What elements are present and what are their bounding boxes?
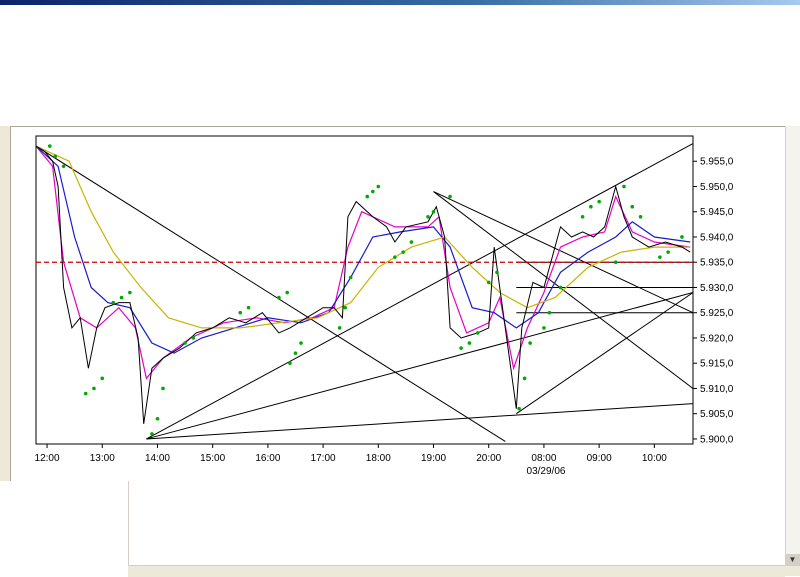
sar-point-31 — [431, 209, 436, 214]
y-tick-label-4: 5.920,0 — [700, 333, 734, 344]
sar-point-52 — [666, 250, 670, 254]
sar-point-46 — [597, 199, 601, 204]
sar-point-16 — [277, 295, 281, 300]
sar-point-14 — [238, 310, 243, 315]
y-tick-label-7: 5.935,0 — [700, 258, 734, 269]
y-tick-label-5: 5.925,0 — [700, 308, 734, 319]
sar-point-39 — [522, 376, 527, 381]
x-tick-label-8: 20:00 — [476, 453, 501, 464]
y-tick-label-6: 5.930,0 — [700, 283, 734, 294]
sar-point-40 — [528, 341, 532, 345]
sar-point-24 — [365, 194, 370, 199]
y-tick-label-9: 5.945,0 — [700, 207, 734, 218]
sar-point-25 — [370, 189, 375, 194]
sar-point-49 — [630, 204, 635, 209]
x-axis: 12:00 13:00 14:00 15:00 16:00 17:00 18:00 19:00… — [35, 444, 667, 464]
date-label: 03/29/06 — [527, 466, 566, 477]
sar-point-11 — [161, 386, 165, 391]
sar-point-23 — [348, 275, 353, 280]
sar-point-4 — [92, 386, 96, 391]
x-tick-label-10: 09:00 — [587, 453, 612, 464]
y-tick-label-10: 5.950,0 — [700, 182, 734, 193]
sar-point-0 — [48, 144, 52, 148]
y-axis: 5.900,0 5.905,0 5.910,0 5.915,0 5.920,0 5.925… — [693, 157, 734, 445]
sar-point-34 — [467, 341, 472, 345]
sar-point-36 — [486, 280, 491, 285]
sar-point-38 — [517, 406, 521, 411]
sar-point-48 — [622, 184, 626, 189]
x-tick-label-4: 16:00 — [255, 453, 280, 464]
sar-point-35 — [475, 331, 480, 335]
x-tick-label-1: 13:00 — [90, 453, 115, 464]
sar-point-37 — [495, 270, 499, 275]
x-tick-label-9: 08:00 — [531, 453, 556, 464]
sar-point-8 — [128, 290, 132, 295]
y-tick-label-1: 5.905,0 — [700, 409, 734, 420]
sar-point-7 — [119, 295, 124, 300]
sar-point-44 — [580, 214, 585, 219]
sar-point-32 — [448, 194, 452, 199]
sar-point-43 — [558, 285, 563, 290]
sar-point-30 — [426, 214, 430, 219]
sar-point-22 — [343, 305, 347, 310]
sar-point-15 — [246, 305, 251, 310]
sar-point-2 — [61, 164, 66, 169]
sar-point-10 — [155, 416, 160, 421]
sar-point-27 — [393, 255, 397, 259]
x-tick-label-3: 15:00 — [200, 453, 225, 464]
x-tick-label-0: 12:00 — [35, 453, 60, 464]
sar-point-13 — [191, 336, 196, 340]
sar-point-1 — [53, 154, 58, 158]
sar-point-47 — [613, 260, 618, 265]
sar-point-17 — [285, 290, 290, 295]
sar-point-42 — [547, 310, 552, 315]
x-tick-label-11: 10:00 — [642, 453, 667, 464]
y-tick-label-2: 5.910,0 — [700, 384, 734, 395]
x-tick-label-6: 18:00 — [366, 453, 391, 464]
x-tick-label-5: 17:00 — [311, 453, 336, 464]
sar-point-29 — [409, 240, 414, 244]
sar-point-51 — [658, 255, 662, 259]
plot-area — [35, 135, 694, 445]
sar-point-5 — [100, 376, 105, 381]
x-tick-label-2: 14:00 — [145, 453, 170, 464]
sar-point-20 — [299, 341, 303, 345]
y-tick-label-0: 5.900,0 — [700, 434, 734, 445]
sar-point-45 — [589, 204, 593, 209]
y-tick-label-3: 5.915,0 — [700, 359, 734, 370]
sar-point-33 — [459, 346, 463, 350]
x-tick-label-7: 19:00 — [421, 453, 446, 464]
sar-point-18 — [288, 361, 292, 366]
price-chart: 5.900,0 5.905,0 5.910,0 5.915,0 5.920,0 5.925… — [35, 135, 734, 477]
sar-point-41 — [542, 326, 546, 330]
sar-point-3 — [83, 391, 88, 396]
y-tick-label-8: 5.940,0 — [700, 232, 734, 243]
sar-point-19 — [293, 351, 298, 355]
sar-point-12 — [183, 341, 187, 345]
sar-point-50 — [638, 214, 643, 219]
sar-point-53 — [680, 235, 684, 239]
sar-point-6 — [111, 300, 116, 305]
sar-point-21 — [337, 326, 342, 330]
sar-point-28 — [401, 250, 405, 254]
y-tick-label-11: 5.955,0 — [700, 157, 734, 168]
sar-point-26 — [376, 184, 381, 189]
sar-point-9 — [150, 432, 154, 436]
